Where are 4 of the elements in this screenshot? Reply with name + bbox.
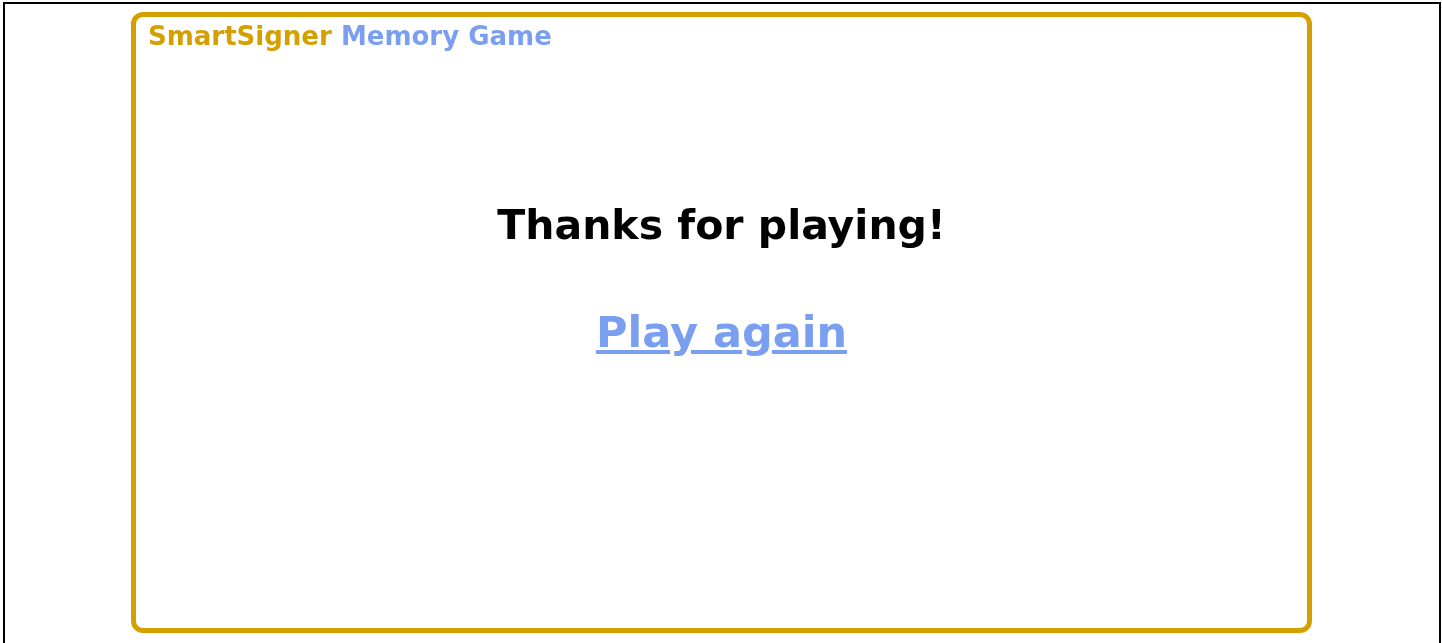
thanks-message: Thanks for playing! — [497, 201, 946, 249]
brand-name: SmartSigner — [148, 21, 332, 51]
game-title: Memory Game — [340, 21, 552, 51]
play-again-link[interactable]: Play again — [595, 307, 848, 357]
